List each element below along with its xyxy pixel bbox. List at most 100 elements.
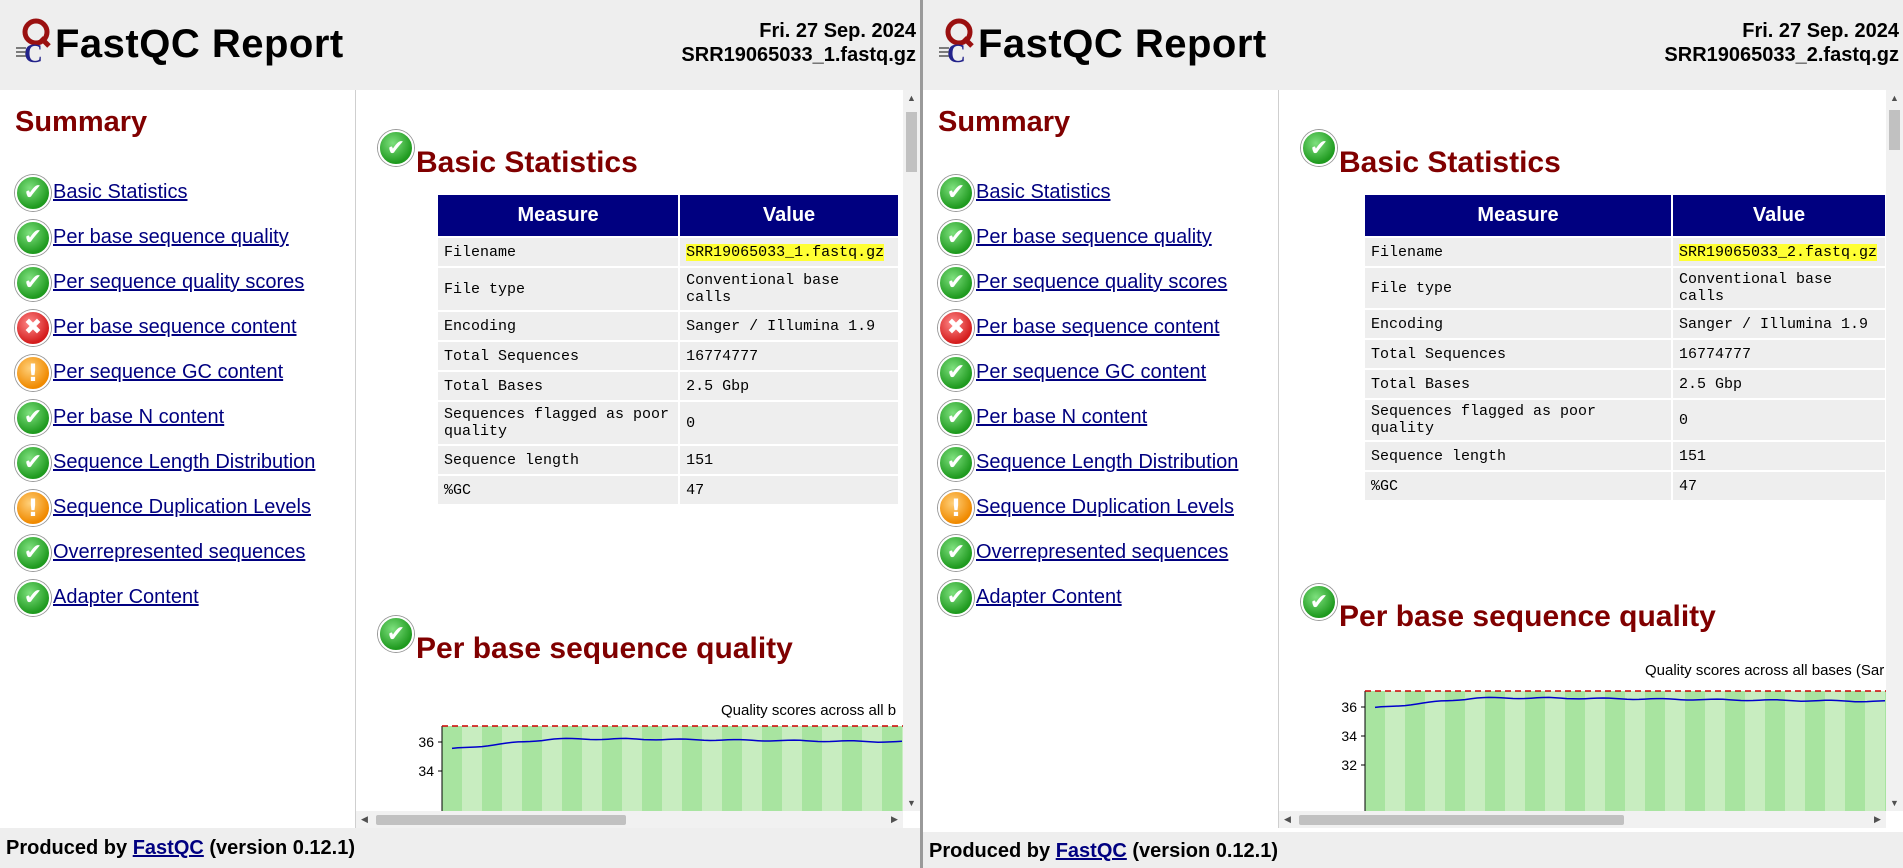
tick-label: 32 bbox=[1341, 757, 1357, 773]
scroll-right-icon[interactable]: ▶ bbox=[1869, 811, 1886, 828]
scrollbar-thumb[interactable] bbox=[1299, 815, 1624, 825]
summary-link[interactable]: Per base sequence content bbox=[976, 316, 1220, 339]
value-text: 16774777 bbox=[686, 347, 759, 365]
summary-link[interactable]: Per sequence quality scores bbox=[976, 271, 1227, 294]
value-text: 151 bbox=[686, 451, 714, 469]
measure-text: Sequence length bbox=[1371, 447, 1507, 465]
report-footer: Produced by FastQC (version 0.12.1) bbox=[0, 828, 920, 868]
measure-text: File type bbox=[1371, 279, 1453, 297]
value-cell: 47 bbox=[678, 474, 900, 506]
section-header-per-base-quality: ✔ Per base sequence quality bbox=[378, 616, 793, 666]
value-cell: 0 bbox=[678, 400, 900, 446]
value-cell: Sanger / Illumina 1.9 bbox=[678, 310, 900, 342]
scroll-down-icon[interactable]: ▼ bbox=[1886, 795, 1903, 811]
summary-link[interactable]: Overrepresented sequences bbox=[53, 541, 305, 564]
measure-cell: Sequences flagged as poor quality bbox=[1362, 398, 1674, 442]
summary-link[interactable]: Per base N content bbox=[53, 406, 224, 429]
summary-link[interactable]: Adapter Content bbox=[53, 586, 199, 609]
scroll-up-icon[interactable]: ▲ bbox=[1886, 90, 1903, 106]
tick-label: 36 bbox=[418, 734, 434, 750]
measure-cell: Sequences flagged as poor quality bbox=[435, 400, 681, 446]
chart-band bbox=[1365, 691, 1385, 828]
summary-link[interactable]: Sequence Length Distribution bbox=[53, 451, 315, 474]
quality-chart: Quality scores across all bases (Sar 36 3… bbox=[1279, 656, 1886, 828]
quality-chart: Quality scores across all b 36 34 bbox=[356, 690, 903, 828]
summary-link[interactable]: Per base sequence quality bbox=[53, 226, 289, 249]
horizontal-scrollbar[interactable]: ◀ ▶ bbox=[1279, 811, 1886, 828]
scrollbar-thumb[interactable] bbox=[1889, 110, 1900, 150]
value-text: 47 bbox=[1679, 477, 1698, 495]
summary-link[interactable]: Sequence Length Distribution bbox=[976, 451, 1238, 474]
summary-item: ✔ Per sequence GC content bbox=[938, 350, 1238, 395]
check-icon: ✔ bbox=[15, 534, 51, 571]
chart-band bbox=[1845, 691, 1865, 828]
scroll-right-icon[interactable]: ▶ bbox=[886, 811, 903, 828]
scroll-down-icon[interactable]: ▼ bbox=[903, 795, 920, 811]
chart-band bbox=[1825, 691, 1845, 828]
table-row: Total Bases 2.5 Gbp bbox=[1362, 368, 1887, 400]
scroll-up-icon[interactable]: ▲ bbox=[903, 90, 920, 106]
svg-text:C: C bbox=[947, 39, 966, 64]
value-text: 2.5 Gbp bbox=[1679, 375, 1743, 393]
measure-cell: Sequence length bbox=[1362, 440, 1674, 472]
scrollbar-thumb[interactable] bbox=[376, 815, 626, 825]
measure-cell: Sequence length bbox=[435, 444, 681, 476]
report-main[interactable]: ✔ Basic Statistics Measure Value Filenam… bbox=[1279, 90, 1903, 828]
report-window-1: C FastQC Report Fri. 27 Sep. 2024 SRR190… bbox=[0, 0, 920, 868]
check-icon: ✔ bbox=[15, 444, 51, 481]
scroll-left-icon[interactable]: ◀ bbox=[1279, 811, 1296, 828]
section-title: Basic Statistics bbox=[1339, 146, 1561, 179]
measure-text: Sequences flagged as poor quality bbox=[1371, 403, 1597, 437]
check-icon: ✔ bbox=[938, 534, 974, 571]
vertical-scrollbar[interactable]: ▲ ▼ bbox=[1886, 90, 1903, 811]
table-row: %GC 47 bbox=[1362, 470, 1887, 502]
chart-band bbox=[1865, 691, 1885, 828]
fastqc-logo-icon: C bbox=[16, 18, 51, 64]
summary-link[interactable]: Basic Statistics bbox=[976, 181, 1110, 204]
report-title: FastQC Report bbox=[978, 22, 1267, 66]
measure-text: %GC bbox=[1371, 477, 1399, 495]
section-title: Per base sequence quality bbox=[416, 632, 793, 665]
vertical-scrollbar[interactable]: ▲ ▼ bbox=[903, 90, 920, 811]
svg-text:C: C bbox=[24, 39, 43, 64]
summary-link[interactable]: Per sequence GC content bbox=[976, 361, 1206, 384]
value-text: Sanger / Illumina 1.9 bbox=[686, 317, 876, 335]
summary-link[interactable]: Basic Statistics bbox=[53, 181, 187, 204]
summary-link[interactable]: Per base sequence quality bbox=[976, 226, 1212, 249]
summary-item: ✖ Per base sequence content bbox=[15, 305, 315, 350]
summary-link[interactable]: Per sequence GC content bbox=[53, 361, 283, 384]
summary-link[interactable]: Adapter Content bbox=[976, 586, 1122, 609]
check-icon: ✔ bbox=[938, 579, 974, 616]
value-cell: 151 bbox=[1671, 440, 1887, 472]
section-header-per-base-quality: ✔ Per base sequence quality bbox=[1301, 584, 1716, 634]
summary-link[interactable]: Per base sequence content bbox=[53, 316, 297, 339]
table-row: Sequences flagged as poor quality 0 bbox=[1362, 398, 1887, 442]
summary-link[interactable]: Overrepresented sequences bbox=[976, 541, 1228, 564]
report-main[interactable]: ✔ Basic Statistics Measure Value Filenam… bbox=[356, 90, 920, 828]
value-cell: 151 bbox=[678, 444, 900, 476]
summary-item: ! Sequence Duplication Levels bbox=[938, 485, 1238, 530]
footer-prefix: Produced by bbox=[6, 837, 133, 859]
scroll-left-icon[interactable]: ◀ bbox=[356, 811, 373, 828]
scrollbar-thumb[interactable] bbox=[906, 112, 917, 172]
table-header-measure: Measure bbox=[435, 193, 681, 238]
fastqc-link[interactable]: FastQC bbox=[133, 837, 204, 859]
check-icon: ✔ bbox=[1301, 584, 1337, 620]
summary-list: ✔ Basic Statistics ✔ Per base sequence qual… bbox=[15, 170, 315, 620]
check-icon: ✔ bbox=[938, 264, 974, 301]
measure-text: Total Sequences bbox=[1371, 345, 1507, 363]
summary-link[interactable]: Sequence Duplication Levels bbox=[53, 496, 311, 519]
value-text: SRR19065033_2.fastq.gz bbox=[1679, 243, 1878, 261]
summary-item: ! Per sequence GC content bbox=[15, 350, 315, 395]
footer-prefix: Produced by bbox=[929, 840, 1056, 862]
report-date: Fri. 27 Sep. 2024 bbox=[1742, 20, 1899, 42]
fastqc-link[interactable]: FastQC bbox=[1056, 840, 1127, 862]
summary-link[interactable]: Per base N content bbox=[976, 406, 1147, 429]
summary-item: ✔ Overrepresented sequences bbox=[938, 530, 1238, 575]
chart-band bbox=[1665, 691, 1685, 828]
summary-link[interactable]: Sequence Duplication Levels bbox=[976, 496, 1234, 519]
summary-item: ✔ Per base sequence quality bbox=[938, 215, 1238, 260]
horizontal-scrollbar[interactable]: ◀ ▶ bbox=[356, 811, 903, 828]
report-window-2: C FastQC Report Fri. 27 Sep. 2024 SRR190… bbox=[923, 0, 1903, 868]
summary-link[interactable]: Per sequence quality scores bbox=[53, 271, 304, 294]
